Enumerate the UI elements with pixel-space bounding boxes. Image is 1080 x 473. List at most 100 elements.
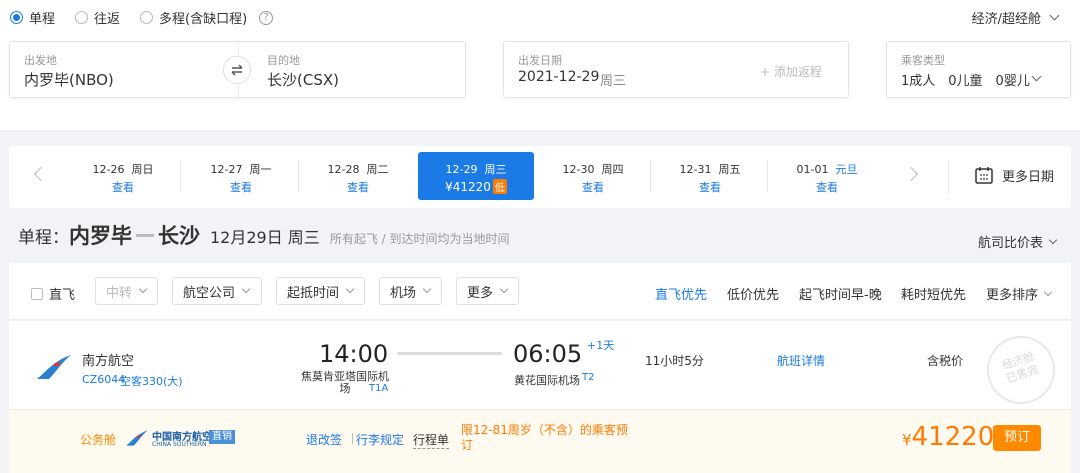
checkbox-icon bbox=[31, 287, 43, 300]
arrival-airport: 黄花国际机场 bbox=[514, 374, 580, 387]
book-button[interactable]: 预订 bbox=[993, 425, 1041, 451]
age-restriction-note: 限12-81周岁（不含）的乘客预订 bbox=[461, 423, 628, 452]
chevron-down-icon bbox=[1048, 235, 1058, 244]
date-cell-price: ¥41220 bbox=[445, 180, 491, 194]
prev-dates-arrow-icon[interactable] bbox=[33, 166, 49, 182]
flight-line bbox=[397, 352, 502, 355]
itinerary-label[interactable]: 行程单 bbox=[413, 431, 450, 449]
date-cell[interactable]: 12-26 周日 查看 bbox=[65, 152, 181, 200]
date-cell-selected[interactable]: 12-29 周三 ¥41220 低 bbox=[418, 152, 534, 200]
filter-label: 起抵时间 bbox=[287, 285, 340, 301]
date-label: 出发日期 bbox=[518, 54, 562, 67]
filter-label: 中转 bbox=[106, 285, 133, 301]
chevron-down-icon bbox=[138, 284, 148, 294]
date-cell-sub: 查看 bbox=[582, 181, 604, 194]
time-filter[interactable]: 起抵时间 bbox=[276, 277, 365, 305]
date-cell-date: 12-30 bbox=[562, 163, 595, 176]
flight-details-link[interactable]: 航班详情 bbox=[777, 352, 825, 369]
currency-symbol: ¥ bbox=[902, 431, 912, 449]
sort-shortest-duration[interactable]: 耗时短优先 bbox=[901, 284, 966, 303]
price-value: 41220 bbox=[911, 422, 995, 452]
route-date: 12月29日 周三 bbox=[210, 228, 320, 247]
airline-compare-button[interactable]: 航司比价表 bbox=[978, 232, 1058, 251]
more-sort-button[interactable]: 更多排序 bbox=[986, 284, 1053, 303]
sort-low-price[interactable]: 低价优先 bbox=[727, 284, 779, 303]
chevron-down-icon bbox=[241, 284, 251, 294]
date-cell-sub: 查看 bbox=[699, 181, 721, 194]
filter-label: 航空公司 bbox=[183, 285, 236, 301]
date-cell-date: 12-31 bbox=[679, 163, 712, 176]
passenger-label: 乘客类型 bbox=[901, 54, 945, 67]
trip-type-multi[interactable]: 多程(含缺口程) bbox=[140, 8, 247, 27]
date-cell[interactable]: 12-31 周五 查看 bbox=[652, 152, 768, 200]
airline-name: 南方航空 bbox=[82, 354, 135, 369]
add-return-link[interactable]: + 添加返程 bbox=[760, 63, 822, 80]
route-from: 内罗毕 bbox=[69, 224, 132, 248]
date-cell-weekday: 周二 bbox=[366, 163, 389, 176]
aircraft-type[interactable]: 空客330(大) bbox=[120, 373, 183, 389]
trip-type-label: 单程 bbox=[29, 12, 56, 27]
to-label: 目的地 bbox=[267, 54, 300, 67]
to-field[interactable]: 长沙(CSX) bbox=[267, 69, 339, 90]
arrival-time: 06:05 bbox=[513, 340, 583, 368]
flight-number[interactable]: CZ6044 bbox=[82, 373, 125, 386]
china-southern-small-logo-icon bbox=[126, 430, 148, 446]
passenger-box[interactable]: 乘客类型 1成人 0儿童 0婴儿 bbox=[886, 41, 1071, 98]
date-cell[interactable]: 12-28 周二 查看 bbox=[300, 152, 416, 200]
date-cell-date: 12-29 bbox=[445, 163, 478, 176]
airline-filter[interactable]: 航空公司 bbox=[172, 277, 262, 305]
route-note: 所有起飞 / 到达时间均为当地时间 bbox=[329, 232, 510, 246]
date-cell[interactable]: 01-01 元旦 查看 bbox=[769, 152, 885, 200]
next-dates-arrow-icon[interactable] bbox=[903, 166, 919, 182]
filter-bar: 直飞 中转 航空公司 起抵时间 机场 更多 直飞优先 低价优先 起飞时间早-晚 … bbox=[9, 263, 1071, 320]
route-arrow-icon bbox=[136, 234, 154, 237]
cabin-class-select[interactable]: 经济/超经舱 bbox=[972, 8, 1060, 27]
filter-label: 机场 bbox=[390, 285, 417, 301]
search-panel: 单程 往返 多程(含缺口程) ? 经济/超经舱 出发地 内罗毕(NBO) 目的地… bbox=[0, 0, 1080, 130]
direct-checkbox[interactable]: 直飞 bbox=[31, 284, 75, 303]
date-box[interactable]: 出发日期 2021-12-29 周三 + 添加返程 bbox=[503, 41, 849, 98]
passenger-field[interactable]: 1成人 0儿童 0婴儿 bbox=[901, 70, 1030, 89]
from-field[interactable]: 内罗毕(NBO) bbox=[24, 69, 114, 90]
sort-departure-time[interactable]: 起飞时间早-晚 bbox=[799, 284, 882, 303]
date-cell-date: 12-26 bbox=[92, 163, 125, 176]
chevron-down-icon bbox=[422, 284, 432, 294]
date-cell-sub: 查看 bbox=[347, 181, 369, 194]
date-cell-sub: 查看 bbox=[230, 181, 252, 194]
date-cell-sub: 查看 bbox=[112, 181, 134, 194]
chevron-down-icon bbox=[1031, 71, 1042, 82]
swap-cities-button[interactable] bbox=[223, 56, 251, 84]
transfer-filter[interactable]: 中转 bbox=[95, 277, 158, 305]
refund-policy-link[interactable]: 退改签 bbox=[306, 431, 342, 448]
help-icon[interactable]: ? bbox=[259, 10, 274, 25]
sold-out-stamp: 经济舱 已售完 bbox=[978, 327, 1064, 413]
trip-type-label: 往返 bbox=[94, 12, 121, 27]
date-cell-weekday: 周五 bbox=[718, 163, 741, 176]
date-cell[interactable]: 12-27 周一 查看 bbox=[183, 152, 299, 200]
date-cell[interactable]: 12-30 周四 查看 bbox=[535, 152, 651, 200]
baggage-policy-link[interactable]: 行李规定 bbox=[356, 431, 404, 448]
more-sort-label: 更多排序 bbox=[986, 288, 1039, 303]
calendar-icon bbox=[975, 167, 993, 184]
radio-icon bbox=[75, 11, 89, 24]
flight-result-card[interactable]: 南方航空 CZ6044 空客330(大) 14:00 焦莫肯亚塔国际机场 T1A… bbox=[9, 321, 1071, 473]
flight-duration: 11小时5分 bbox=[645, 354, 704, 368]
fare-price: ¥41220 bbox=[902, 422, 994, 452]
more-dates-button[interactable]: 更多日期 bbox=[974, 165, 1054, 185]
date-field[interactable]: 2021-12-29 bbox=[518, 69, 599, 85]
brand-name-en: CHINA SOUTHERN bbox=[152, 441, 207, 448]
china-southern-logo-icon bbox=[37, 355, 71, 379]
date-cell-date: 01-01 bbox=[796, 163, 829, 176]
trip-type-roundtrip[interactable]: 往返 bbox=[75, 8, 120, 27]
trip-type-oneway[interactable]: 单程 bbox=[10, 8, 55, 27]
date-cell-date: 12-27 bbox=[210, 163, 243, 176]
route-to: 长沙 bbox=[158, 224, 200, 248]
route-prefix: 单程： bbox=[18, 228, 69, 248]
tax-included-label: 含税价 bbox=[927, 354, 964, 368]
airport-filter[interactable]: 机场 bbox=[379, 277, 442, 305]
radio-icon bbox=[140, 11, 154, 24]
sort-direct-first[interactable]: 直飞优先 bbox=[655, 284, 707, 303]
date-cell-sub: 查看 bbox=[816, 181, 838, 194]
more-filter[interactable]: 更多 bbox=[456, 277, 519, 305]
swap-icon bbox=[231, 64, 243, 76]
